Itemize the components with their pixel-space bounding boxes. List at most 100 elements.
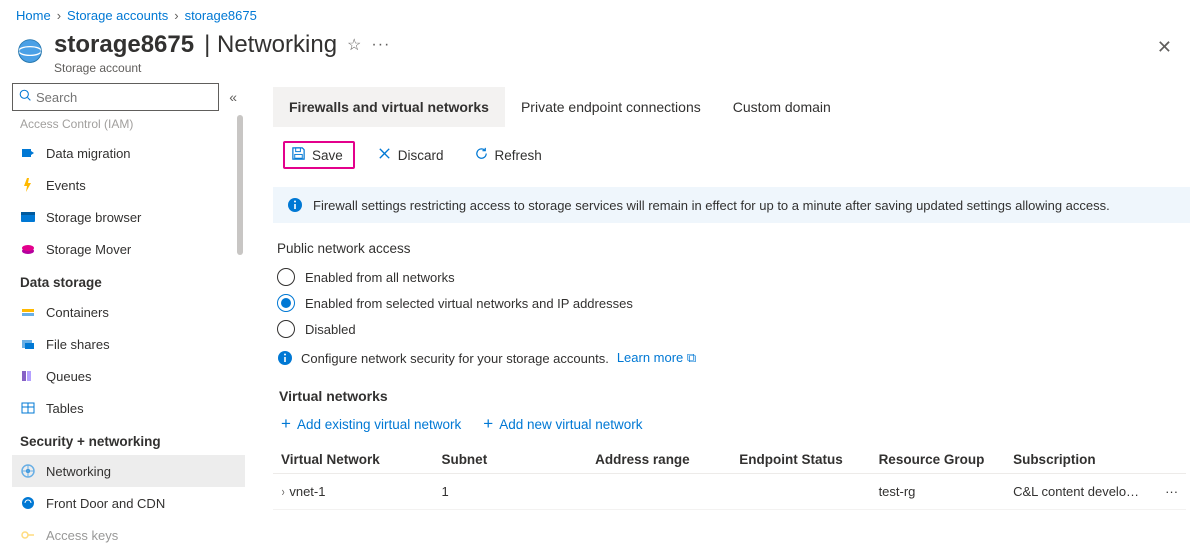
breadcrumb-home[interactable]: Home: [16, 8, 51, 23]
collapse-sidebar-button[interactable]: «: [225, 85, 241, 109]
radio-enabled-all[interactable]: Enabled from all networks: [273, 264, 1200, 290]
tables-icon: [20, 400, 36, 416]
col-endpoint-status: Endpoint Status: [739, 452, 878, 467]
cell-subscription: C&L content develo…: [1013, 484, 1157, 499]
events-icon: [20, 177, 36, 193]
col-address-range: Address range: [595, 452, 739, 467]
sidebar-item-label: File shares: [46, 337, 110, 352]
info-banner: Firewall settings restricting access to …: [273, 187, 1190, 223]
breadcrumb-sep: ›: [57, 8, 61, 23]
sidebar-item-containers[interactable]: Containers: [12, 296, 245, 328]
sidebar-item-label: Events: [46, 178, 86, 193]
sidebar-item-label: Storage browser: [46, 210, 141, 225]
col-subscription: Subscription: [1013, 452, 1157, 467]
close-blade-button[interactable]: ✕: [1145, 31, 1184, 64]
breadcrumb-storage-accounts[interactable]: Storage accounts: [67, 8, 168, 23]
add-existing-vnet-button[interactable]: + Add existing virtual network: [281, 414, 461, 434]
virtual-networks-heading: Virtual networks: [279, 388, 1200, 404]
networking-icon: [20, 463, 36, 479]
add-new-vnet-button[interactable]: + Add new virtual network: [483, 414, 642, 434]
favorite-star-icon[interactable]: ☆: [347, 35, 361, 55]
cell-subnet: 1: [441, 484, 595, 499]
sidebar-item-events[interactable]: Events: [12, 169, 245, 201]
sidebar-item-label: Data migration: [46, 146, 131, 161]
add-existing-label: Add existing virtual network: [297, 417, 461, 432]
radio-icon: [277, 268, 295, 286]
sidebar-item-storage-mover[interactable]: Storage Mover: [12, 233, 245, 265]
sidebar-item-label: Networking: [46, 464, 111, 479]
sidebar-item-label: Front Door and CDN: [46, 496, 165, 511]
sidebar-item-label: Access keys: [46, 528, 118, 543]
tabs: Firewalls and virtual networks Private e…: [273, 87, 1200, 127]
resource-type-label: Storage account: [54, 61, 390, 75]
data-migration-icon: [20, 145, 36, 161]
external-link-icon: ⧉: [687, 350, 696, 365]
table-row[interactable]: ›vnet-1 1 test-rg C&L content develo… ··…: [273, 474, 1186, 510]
radio-enabled-selected[interactable]: Enabled from selected virtual networks a…: [273, 290, 1200, 316]
radio-icon: [277, 294, 295, 312]
sidebar-item-access-keys[interactable]: Access keys: [12, 519, 245, 551]
sidebar-item-access-control[interactable]: Access Control (IAM): [12, 115, 245, 137]
sidebar-item-storage-browser[interactable]: Storage browser: [12, 201, 245, 233]
radio-icon: [277, 320, 295, 338]
main-content: Firewalls and virtual networks Private e…: [245, 83, 1200, 559]
breadcrumb: Home › Storage accounts › storage8675: [0, 0, 1200, 27]
sidebar-search-input[interactable]: [36, 90, 212, 105]
refresh-label: Refresh: [495, 148, 542, 163]
public-network-access-label: Public network access: [277, 241, 1200, 256]
refresh-button[interactable]: Refresh: [466, 142, 550, 168]
breadcrumb-sep: ›: [174, 8, 178, 23]
vnet-table: Virtual Network Subnet Address range End…: [273, 446, 1186, 510]
sidebar-item-queues[interactable]: Queues: [12, 360, 245, 392]
save-label: Save: [312, 148, 343, 163]
tab-private-endpoints[interactable]: Private endpoint connections: [505, 87, 717, 127]
col-resource-group: Resource Group: [879, 452, 1014, 467]
row-more-button[interactable]: ···: [1157, 484, 1186, 499]
sidebar-item-data-migration[interactable]: Data migration: [12, 137, 245, 169]
info-icon: [287, 197, 303, 213]
access-keys-icon: [20, 527, 36, 543]
sidebar-item-file-shares[interactable]: File shares: [12, 328, 245, 360]
storage-browser-icon: [20, 209, 36, 225]
queues-icon: [20, 368, 36, 384]
front-door-icon: [20, 495, 36, 511]
plus-icon: +: [281, 414, 291, 434]
toolbar: Save Discard Refresh: [273, 127, 1200, 181]
col-virtual-network: Virtual Network: [273, 452, 441, 467]
radio-label: Disabled: [305, 322, 356, 337]
refresh-icon: [474, 146, 489, 164]
discard-icon: [377, 146, 392, 164]
expand-row-icon[interactable]: ›: [282, 484, 285, 499]
radio-disabled[interactable]: Disabled: [273, 316, 1200, 342]
storage-account-icon: [16, 37, 44, 65]
tab-custom-domain[interactable]: Custom domain: [717, 87, 847, 127]
save-icon: [291, 146, 306, 164]
sidebar: « Access Control (IAM) Data migration Ev…: [0, 83, 245, 559]
save-button[interactable]: Save: [283, 141, 355, 169]
plus-icon: +: [483, 414, 493, 434]
discard-label: Discard: [398, 148, 444, 163]
storage-mover-icon: [20, 241, 36, 257]
file-shares-icon: [20, 336, 36, 352]
sidebar-item-networking[interactable]: Networking: [12, 455, 245, 487]
breadcrumb-storage8675[interactable]: storage8675: [185, 8, 257, 23]
learn-more-link[interactable]: Learn more ⧉: [617, 350, 696, 366]
more-menu-icon[interactable]: ···: [371, 36, 390, 54]
info-banner-text: Firewall settings restricting access to …: [313, 198, 1110, 213]
cell-resource-group: test-rg: [879, 484, 1014, 499]
sidebar-item-tables[interactable]: Tables: [12, 392, 245, 424]
sidebar-scrollbar[interactable]: [237, 115, 243, 255]
radio-label: Enabled from all networks: [305, 270, 455, 285]
sidebar-search[interactable]: [12, 83, 219, 111]
info-icon: [277, 350, 293, 366]
col-subnet: Subnet: [441, 452, 595, 467]
page-header: storage8675 | Networking ☆ ··· Storage a…: [0, 27, 1200, 83]
discard-button[interactable]: Discard: [369, 142, 452, 168]
table-header: Virtual Network Subnet Address range End…: [273, 446, 1186, 474]
sidebar-section-data-storage: Data storage: [12, 265, 245, 296]
containers-icon: [20, 304, 36, 320]
tab-firewalls-vnets[interactable]: Firewalls and virtual networks: [273, 87, 505, 127]
sidebar-item-front-door-cdn[interactable]: Front Door and CDN: [12, 487, 245, 519]
sidebar-item-label: Containers: [46, 305, 109, 320]
config-security-text: Configure network security for your stor…: [301, 351, 609, 366]
